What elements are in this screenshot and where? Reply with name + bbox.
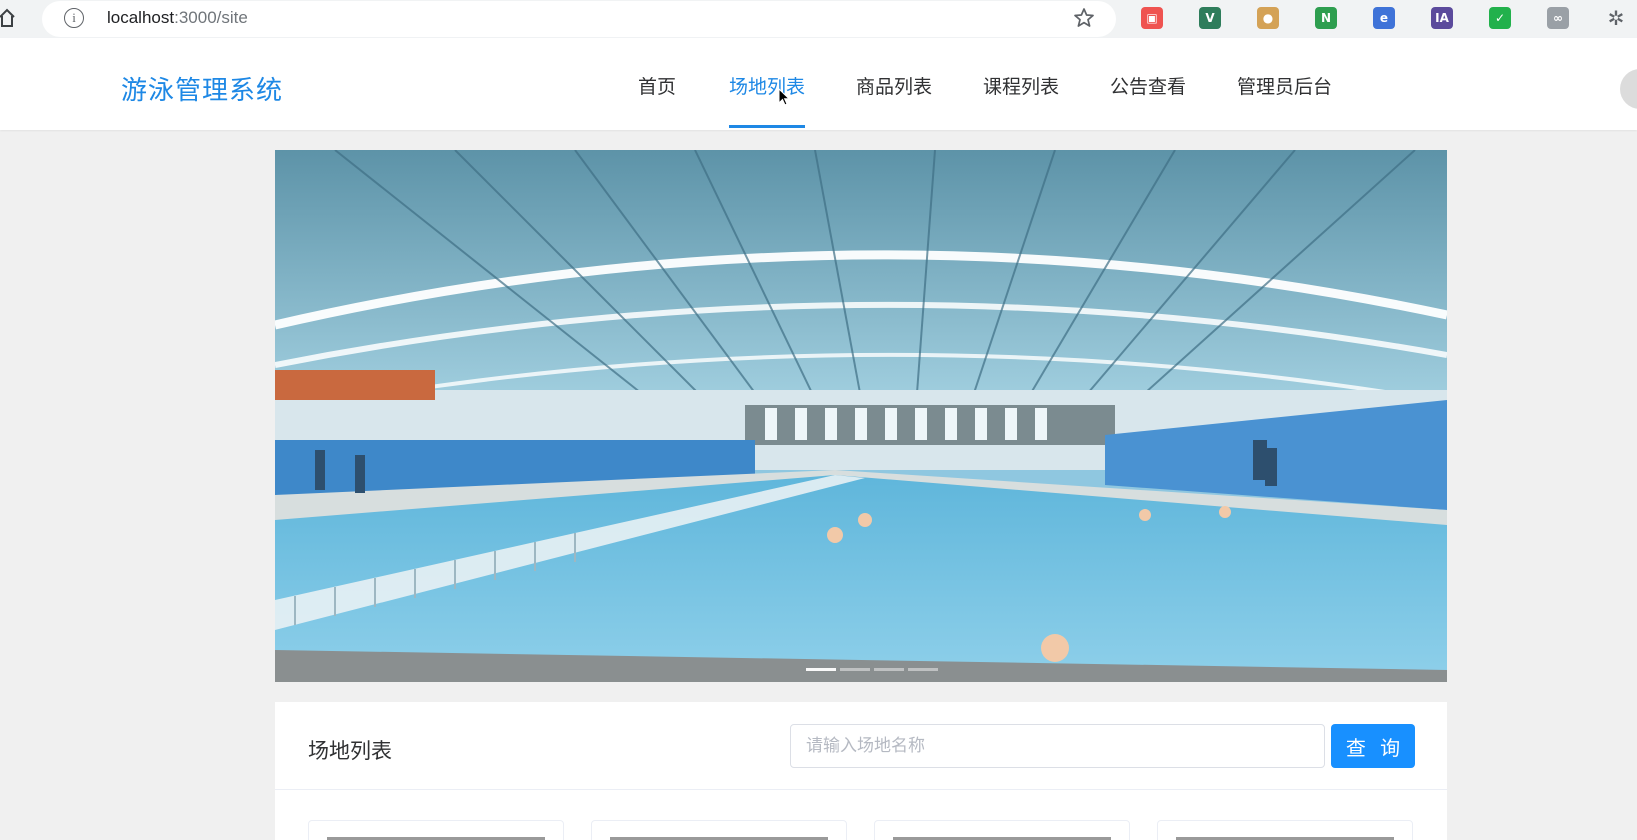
cookie-icon[interactable]: ● — [1257, 7, 1279, 29]
ext-green-n-icon[interactable]: N — [1315, 7, 1337, 29]
carousel-dot[interactable] — [840, 668, 870, 671]
url-host: localhost — [107, 8, 175, 27]
nav-item-3[interactable]: 商品列表 — [856, 72, 932, 99]
site-logo[interactable]: 游泳管理系统 — [121, 70, 283, 107]
nav-item-1[interactable]: 首页 — [638, 72, 676, 99]
venue-card[interactable] — [308, 820, 564, 840]
ext-red-icon[interactable]: ▣ — [1141, 7, 1163, 29]
nav-item-6[interactable]: 管理员后台 — [1237, 72, 1332, 99]
site-info-icon[interactable]: i — [64, 8, 84, 28]
ext-ia-icon[interactable]: IA — [1431, 7, 1453, 29]
vue-devtools-icon[interactable]: V — [1199, 7, 1221, 29]
venue-list-panel: 场地列表 查 询 — [275, 702, 1447, 840]
venue-card[interactable] — [1157, 820, 1413, 840]
browser-toolbar: i localhost:3000/site ▣ V ● Ne IA ✓ ∞ ✲ — [0, 0, 1637, 38]
venue-card[interactable] — [874, 820, 1130, 840]
venue-card[interactable] — [591, 820, 847, 840]
ext-blue-circle-icon[interactable]: e — [1373, 7, 1395, 29]
venue-search-input[interactable] — [790, 724, 1325, 768]
nav-item-4[interactable]: 课程列表 — [983, 72, 1059, 99]
ext-gray-icon[interactable]: ∞ — [1547, 7, 1569, 29]
carousel-dot[interactable] — [806, 668, 836, 671]
banner-carousel[interactable] — [275, 150, 1447, 682]
nav-item-5[interactable]: 公告查看 — [1110, 72, 1186, 99]
venue-list-title: 场地列表 — [308, 739, 392, 763]
carousel-dot[interactable] — [908, 668, 938, 671]
carousel-dot[interactable] — [874, 668, 904, 671]
carousel-indicators — [275, 668, 1447, 672]
site-header: 游泳管理系统 首页 场地列表 商品列表 课程列表 公告查看 管理员后台 — [0, 38, 1637, 130]
home-icon[interactable] — [0, 8, 16, 28]
url-path: :3000/site — [174, 8, 248, 27]
bookmark-star-icon[interactable] — [1072, 6, 1096, 30]
pool-photo — [275, 150, 1447, 682]
ext-green-check-icon[interactable]: ✓ — [1489, 7, 1511, 29]
avatar[interactable] — [1620, 69, 1637, 109]
mouse-cursor-icon — [778, 88, 790, 106]
url-text[interactable]: localhost:3000/site — [107, 8, 248, 28]
extensions-puzzle-icon[interactable]: ✲ — [1605, 7, 1627, 29]
divider — [275, 789, 1447, 790]
nav-item-2[interactable]: 场地列表 — [729, 72, 805, 99]
search-button[interactable]: 查 询 — [1331, 724, 1415, 768]
active-nav-underline — [729, 125, 805, 128]
